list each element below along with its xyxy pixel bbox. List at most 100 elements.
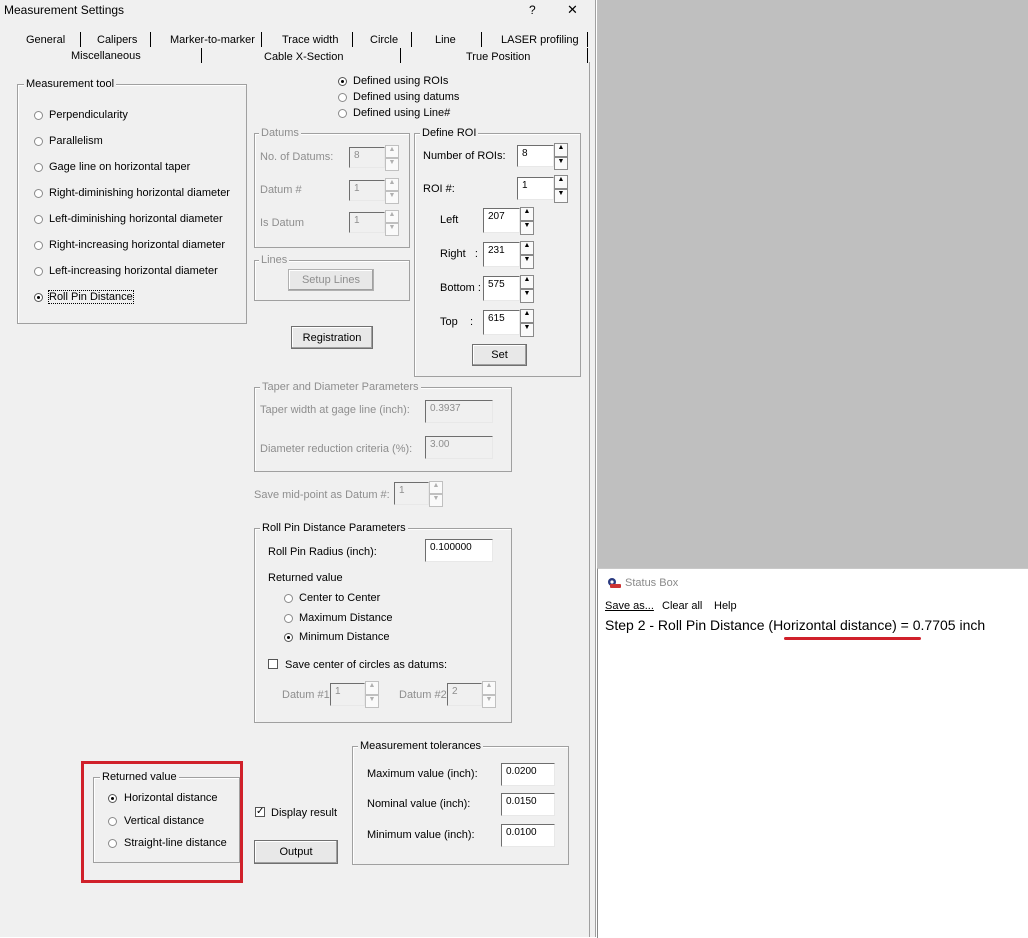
rollpin-returned-option-label[interactable]: Center to Center xyxy=(299,592,380,604)
measurement-tool-option-radio[interactable] xyxy=(34,293,43,302)
tab-line[interactable]: Line xyxy=(435,34,456,46)
diameter-reduction-field[interactable]: 3.00 xyxy=(425,436,493,459)
roi-bottom-spinner[interactable]: ▲ ▼ xyxy=(520,275,534,303)
measurement-tool-option-label[interactable]: Left-diminishing horizontal diameter xyxy=(49,213,223,225)
nominal-value-field[interactable]: 0.0150 xyxy=(501,793,555,816)
spin-down-icon[interactable]: ▼ xyxy=(365,694,379,708)
spin-up-icon[interactable]: ▲ xyxy=(554,143,568,157)
display-result-checkbox[interactable]: ✓ xyxy=(255,807,265,817)
roi-left-field[interactable]: 207 xyxy=(483,208,520,233)
spin-down-icon[interactable]: ▼ xyxy=(520,323,534,337)
measurement-tool-option-radio[interactable] xyxy=(34,163,43,172)
measurement-tool-option-label[interactable]: Parallelism xyxy=(49,135,103,147)
measurement-tool-option-radio[interactable] xyxy=(34,241,43,250)
rollpin-radius-field[interactable]: 0.100000 xyxy=(425,539,493,562)
rollpin-returned-option-label[interactable]: Maximum Distance xyxy=(299,612,393,624)
spin-down-icon[interactable]: ▼ xyxy=(554,189,568,203)
spin-down-icon[interactable]: ▼ xyxy=(385,158,399,171)
roi-top-field[interactable]: 615 xyxy=(483,310,520,335)
definition-option-radio[interactable] xyxy=(338,77,347,86)
tab-trace-width[interactable]: Trace width xyxy=(282,34,338,46)
datum2-spinner[interactable]: ▲ ▼ xyxy=(482,681,496,708)
is-datum-spinner[interactable]: ▲ ▼ xyxy=(385,210,399,236)
output-button[interactable]: Output xyxy=(254,840,338,864)
spin-down-icon[interactable]: ▼ xyxy=(554,156,568,170)
measurement-tool-option-radio[interactable] xyxy=(34,111,43,120)
tab-miscellaneous[interactable]: Miscellaneous xyxy=(71,50,141,62)
spin-up-icon[interactable]: ▲ xyxy=(520,275,534,289)
measurement-tool-option-label[interactable]: Roll Pin Distance xyxy=(48,290,134,304)
midpoint-datum-spinner[interactable]: ▲ ▼ xyxy=(429,481,443,507)
tab-calipers[interactable]: Calipers xyxy=(97,34,137,46)
measurement-tool-option-label[interactable]: Right-increasing horizontal diameter xyxy=(49,239,225,251)
tab-true-position[interactable]: True Position xyxy=(466,51,530,63)
measurement-tool-option-label[interactable]: Right-diminishing horizontal diameter xyxy=(49,187,230,199)
spin-down-icon[interactable]: ▼ xyxy=(520,221,534,235)
measurement-tool-option-label[interactable]: Gage line on horizontal taper xyxy=(49,161,190,173)
measurement-tool-option-label[interactable]: Left-increasing horizontal diameter xyxy=(49,265,218,277)
spin-up-icon[interactable]: ▲ xyxy=(365,681,379,695)
clear-all-menu[interactable]: Clear all xyxy=(662,600,702,612)
spin-down-icon[interactable]: ▼ xyxy=(385,191,399,204)
spin-up-icon[interactable]: ▲ xyxy=(429,481,443,494)
setup-lines-button[interactable]: Setup Lines xyxy=(288,269,374,291)
max-value-field[interactable]: 0.0200 xyxy=(501,763,555,786)
roi-number-spinner[interactable]: ▲ ▼ xyxy=(554,175,568,203)
spin-up-icon[interactable]: ▲ xyxy=(482,681,496,695)
roi-bottom-field[interactable]: 575 xyxy=(483,276,520,301)
help-menu[interactable]: Help xyxy=(714,600,737,612)
datum1-field[interactable]: 1 xyxy=(330,683,365,706)
datum2-field[interactable]: 2 xyxy=(447,683,482,706)
definition-option-label[interactable]: Defined using Line# xyxy=(353,107,450,119)
rollpin-returned-option-label[interactable]: Minimum Distance xyxy=(299,631,389,643)
roi-right-field[interactable]: 231 xyxy=(483,242,520,267)
tab-marker-to-marker[interactable]: Marker-to-marker xyxy=(170,34,255,46)
help-button[interactable]: ? xyxy=(529,3,536,17)
roi-top-spinner[interactable]: ▲ ▼ xyxy=(520,309,534,337)
datum-number-field[interactable]: 1 xyxy=(349,180,385,201)
definition-option-radio[interactable] xyxy=(338,109,347,118)
definition-option-radio[interactable] xyxy=(338,93,347,102)
set-roi-button[interactable]: Set xyxy=(472,344,527,366)
roi-number-field[interactable]: 1 xyxy=(517,177,554,200)
rollpin-returned-option-radio[interactable] xyxy=(284,594,293,603)
tab-circle[interactable]: Circle xyxy=(370,34,398,46)
tab-general[interactable]: General xyxy=(26,34,65,46)
definition-option-label[interactable]: Defined using datums xyxy=(353,91,459,103)
spin-up-icon[interactable]: ▲ xyxy=(520,207,534,221)
rollpin-returned-option-radio[interactable] xyxy=(284,613,293,623)
is-datum-field[interactable]: 1 xyxy=(349,212,385,233)
spin-down-icon[interactable]: ▼ xyxy=(429,494,443,507)
taper-width-field[interactable]: 0.3937 xyxy=(425,400,493,423)
rollpin-returned-option-radio[interactable] xyxy=(284,633,293,642)
tab-cable-x-section[interactable]: Cable X-Section xyxy=(264,51,344,63)
spin-down-icon[interactable]: ▼ xyxy=(520,255,534,269)
spin-up-icon[interactable]: ▲ xyxy=(520,241,534,255)
spin-up-icon[interactable]: ▲ xyxy=(385,145,399,158)
datums-count-spinner[interactable]: ▲ ▼ xyxy=(385,145,399,171)
measurement-tool-option-radio[interactable] xyxy=(34,189,43,198)
midpoint-datum-field[interactable]: 1 xyxy=(394,482,429,505)
measurement-tool-option-radio[interactable] xyxy=(34,267,43,276)
measurement-tool-option-radio[interactable] xyxy=(34,215,43,224)
spin-up-icon[interactable]: ▲ xyxy=(520,309,534,323)
datum1-spinner[interactable]: ▲ ▼ xyxy=(365,681,379,708)
close-button[interactable]: ✕ xyxy=(567,2,578,18)
definition-option-label[interactable]: Defined using ROIs xyxy=(353,75,448,87)
roi-count-field[interactable]: 8 xyxy=(517,145,554,167)
spin-down-icon[interactable]: ▼ xyxy=(520,289,534,303)
registration-button[interactable]: Registration xyxy=(291,326,373,349)
save-centers-checkbox[interactable] xyxy=(268,659,278,669)
roi-right-spinner[interactable]: ▲ ▼ xyxy=(520,241,534,269)
tab-laser-profiling[interactable]: LASER profiling xyxy=(501,34,579,46)
measurement-tool-option-radio[interactable] xyxy=(34,137,43,146)
spin-down-icon[interactable]: ▼ xyxy=(385,223,399,236)
datum-number-spinner[interactable]: ▲ ▼ xyxy=(385,178,399,204)
min-value-field[interactable]: 0.0100 xyxy=(501,824,555,847)
save-as-menu[interactable]: Save as... xyxy=(605,600,654,612)
spin-up-icon[interactable]: ▲ xyxy=(385,210,399,223)
roi-count-spinner[interactable]: ▲ ▼ xyxy=(554,143,568,170)
spin-up-icon[interactable]: ▲ xyxy=(385,178,399,191)
datums-count-field[interactable]: 8 xyxy=(349,147,385,168)
spin-up-icon[interactable]: ▲ xyxy=(554,175,568,189)
